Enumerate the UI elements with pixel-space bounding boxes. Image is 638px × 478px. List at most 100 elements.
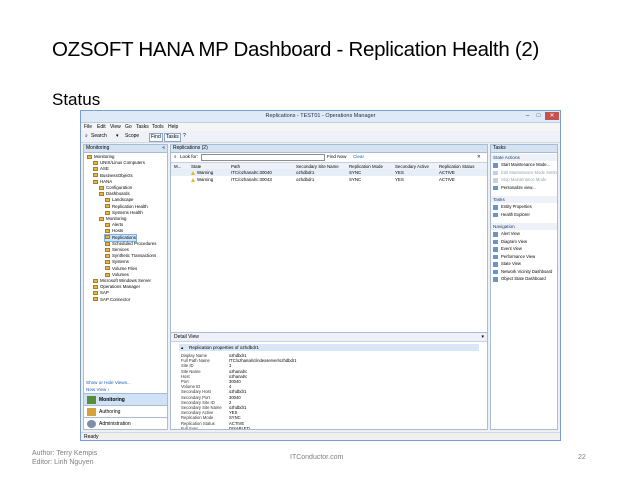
tree-item-label: Dashboards (106, 191, 130, 197)
tree-item-label: Systems Health (112, 209, 143, 215)
tree-item-label: SAP Connector (100, 296, 131, 302)
menu-view[interactable]: View (110, 124, 121, 130)
task-item-label: Personalize view... (501, 184, 536, 190)
tree-item-label: Replication Health (112, 203, 148, 209)
task-item[interactable]: Health Explorer (491, 212, 557, 219)
look-for-input[interactable] (201, 154, 325, 161)
tree-item-label: Landscape (112, 197, 134, 203)
close-icon[interactable]: ✕ (477, 154, 481, 160)
detail-view-header: Detail View ▾ (171, 333, 487, 342)
task-item[interactable]: Object State Dashboard (491, 276, 557, 283)
chevron-up-icon[interactable]: ▴ (181, 344, 183, 351)
scope-button[interactable]: Scope (124, 133, 140, 140)
tree-item[interactable]: SAP Connector (93, 297, 130, 303)
wunderbar-administration[interactable]: Administration (84, 417, 167, 429)
task-item[interactable]: Event View (491, 246, 557, 253)
tree-item-label: Systems (112, 259, 129, 265)
footer-author: Author: Terry Kempis (32, 450, 98, 457)
warning-icon (191, 177, 195, 182)
close-button[interactable]: ✕ (545, 112, 559, 120)
folder-icon (105, 266, 110, 271)
menu-bar: File Edit View Go Tasks Tools Help (81, 123, 560, 131)
task-section-header[interactable]: Tasks (491, 196, 557, 203)
folder-icon (105, 241, 110, 246)
tree-item-label: Synthetic Transactions (112, 253, 157, 259)
folder-icon (99, 216, 104, 221)
monitoring-icon (87, 396, 96, 404)
navigation-pane-header: Monitoring « (84, 145, 167, 153)
wunderbar-authoring[interactable]: Authoring (84, 405, 167, 417)
task-item[interactable]: State View (491, 261, 557, 268)
tree-item-label: HANA (100, 178, 113, 184)
task-item-label: Health Explorer (501, 211, 530, 217)
find-button[interactable]: Find (149, 133, 163, 142)
task-icon (493, 232, 498, 237)
state-cell: Warning (191, 169, 213, 176)
task-item[interactable]: Entity Properties (491, 204, 557, 211)
property-value: DISABLED (229, 425, 250, 430)
search-button[interactable]: Search (90, 133, 108, 140)
menu-tools[interactable]: Tools (152, 124, 164, 130)
tasks-button[interactable]: Tasks (164, 133, 181, 142)
menu-go[interactable]: Go (125, 124, 132, 130)
folder-icon (105, 235, 110, 240)
maximize-button[interactable]: □ (533, 112, 544, 120)
tree-item-label: Microsoft Windows Server (100, 278, 151, 283)
menu-tasks[interactable]: Tasks (136, 124, 149, 130)
menu-edit[interactable]: Edit (97, 124, 106, 130)
task-section-header[interactable]: Navigation (491, 223, 557, 230)
slide-title: OZSOFT HANA MP Dashboard - Replication H… (52, 38, 539, 61)
chevron-down-icon[interactable]: ▾ (115, 133, 120, 140)
wunderbar-monitoring[interactable]: Monitoring (84, 393, 167, 405)
table-row[interactable]: Warning ITC/ozhanalrc:30040 ozhdbdr1 SYN… (171, 169, 487, 176)
search-icon[interactable]: ⌕ (84, 133, 89, 140)
task-icon (493, 262, 498, 267)
task-item[interactable]: Edit Maintenance Mode Settings... (491, 170, 557, 177)
folder-icon (105, 198, 110, 203)
task-item[interactable]: Performance View (491, 254, 557, 261)
task-item[interactable]: Network Vicinity Dashboard (491, 269, 557, 276)
site-cell: ozhdbdr1 (296, 170, 315, 175)
window-title: Replications - TEST01 - Operations Manag… (265, 113, 376, 119)
task-icon (493, 247, 498, 252)
task-item-label: Entity Properties (501, 204, 532, 209)
folder-icon (105, 254, 110, 259)
status-cell: ACTIVE (439, 170, 455, 175)
table-row[interactable]: Warning ITC/ozhanalrc:30043 ozhdbdr1 SYN… (171, 176, 487, 183)
folder-icon (93, 173, 98, 178)
tree-item-label: Replications (112, 234, 136, 240)
results-pane: Replications (2) ⌕ Look for: Find Now Cl… (170, 144, 488, 430)
menu-help[interactable]: Help (168, 124, 178, 130)
menu-file[interactable]: File (84, 124, 92, 130)
minimize-button[interactable]: – (522, 112, 533, 120)
clear-link[interactable]: Clear (353, 154, 364, 159)
task-item[interactable]: Start Maintenance Mode... (491, 162, 557, 169)
task-item[interactable]: Alert View (491, 231, 557, 238)
task-icon (493, 170, 498, 175)
status-bar: Ready (81, 432, 560, 440)
task-icon (493, 178, 498, 183)
window-titlebar: Replications - TEST01 - Operations Manag… (81, 111, 560, 123)
property-value-link[interactable]: ITC/ozhanalrc/indexserver\ozhdbdr1 (229, 358, 297, 363)
task-item[interactable]: Diagram View (491, 239, 557, 246)
chevron-down-icon[interactable]: ▾ (481, 333, 484, 341)
pin-icon[interactable]: « (162, 145, 165, 152)
tasks-pane-header: Tasks (491, 145, 557, 153)
site-cell: ozhdbdr1 (296, 177, 315, 182)
help-icon[interactable]: ? (182, 133, 187, 140)
task-section-header[interactable]: State Actions (491, 154, 557, 161)
folder-icon (93, 161, 98, 166)
tree-item-label: Volume Files (112, 265, 138, 271)
new-view-link[interactable]: New View › (86, 387, 109, 392)
path-cell: ITC/ozhanalrc:30040 (231, 170, 272, 175)
find-bar: ⌕ Look for: Find Now Clear ✕ (171, 153, 487, 161)
find-now-button[interactable]: Find Now (327, 154, 346, 159)
folder-icon (93, 291, 98, 296)
show-hide-views-link[interactable]: Show or Hide Views... (86, 380, 131, 385)
tree-item-label: UNIX/Linux Computers (100, 160, 145, 166)
folder-icon (93, 285, 98, 290)
folder-icon (105, 223, 110, 228)
authoring-icon (87, 408, 96, 416)
task-item[interactable]: Stop Maintenance Mode (491, 177, 557, 184)
task-item[interactable]: Personalize view... (491, 185, 557, 192)
